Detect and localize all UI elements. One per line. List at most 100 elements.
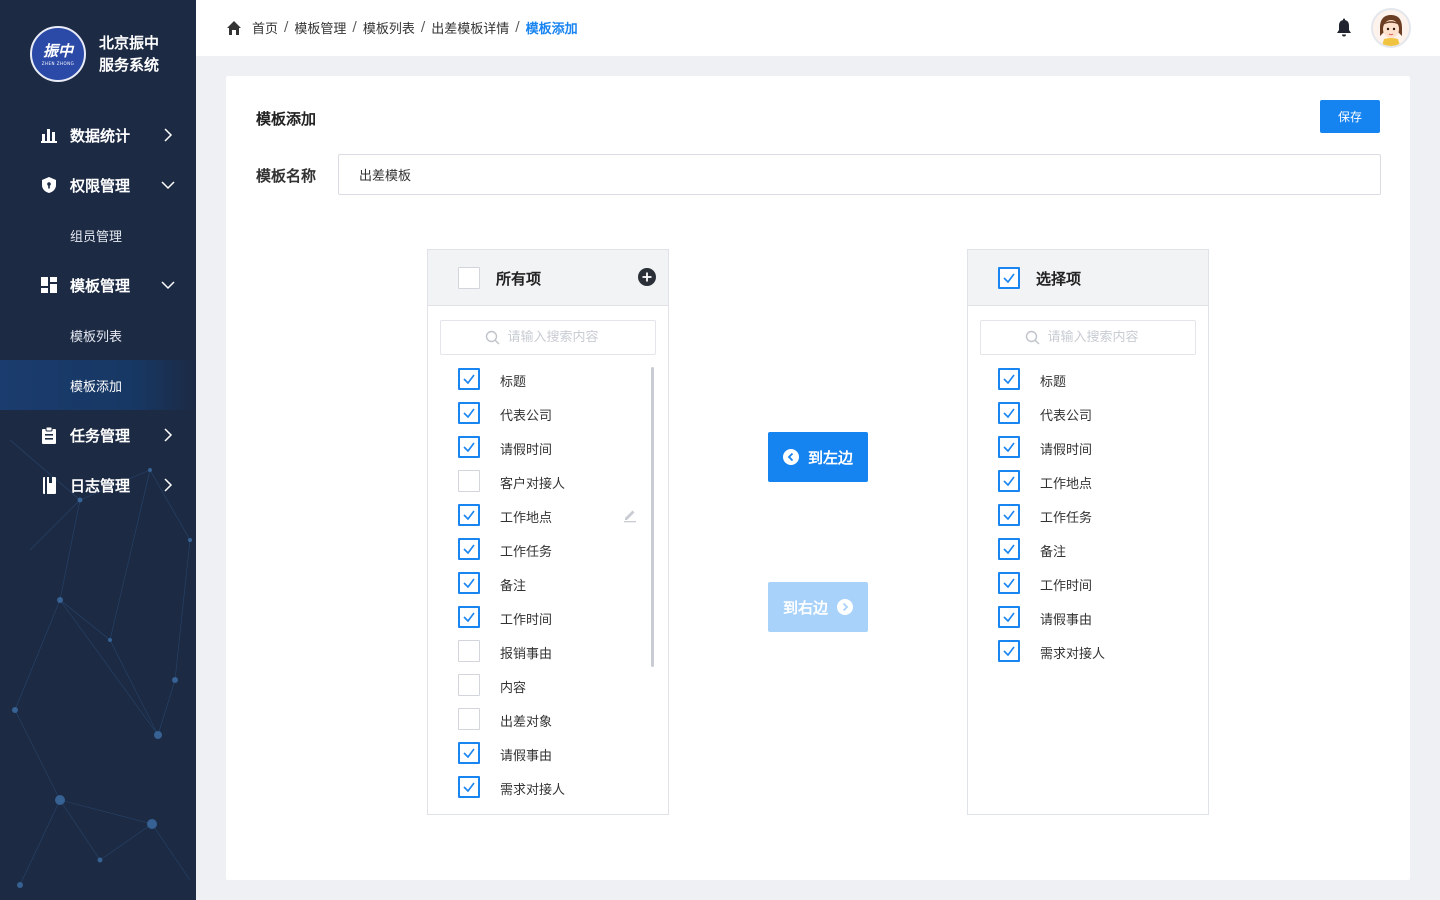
list-item[interactable]: 工作任务 bbox=[428, 532, 668, 566]
chevron-right-icon bbox=[164, 428, 173, 442]
item-label: 备注 bbox=[500, 579, 527, 594]
edit-pencil-icon[interactable] bbox=[622, 507, 638, 523]
breadcrumb-separator: / bbox=[352, 20, 357, 35]
all-items-search-input[interactable] bbox=[507, 330, 612, 345]
add-circle-icon[interactable] bbox=[638, 268, 656, 286]
sidebar-item-template-add[interactable]: 模板添加 bbox=[0, 360, 196, 410]
item-label: 请假事由 bbox=[1040, 613, 1093, 628]
select-all-selected-checkbox[interactable] bbox=[998, 267, 1020, 289]
template-add-card: 模板添加 保存 模板名称 所有项 标题代表公司请假时间客户对接人工作地点工作任务… bbox=[226, 76, 1410, 880]
item-checkbox[interactable] bbox=[998, 606, 1020, 628]
top-header: 首页 / 模板管理 / 模板列表 / 出差模板详情 / 模板添加 bbox=[196, 0, 1440, 56]
item-checkbox[interactable] bbox=[458, 674, 480, 696]
selected-items-search-input[interactable] bbox=[1047, 330, 1152, 345]
list-item[interactable]: 代表公司 bbox=[968, 396, 1208, 430]
item-checkbox[interactable] bbox=[998, 504, 1020, 526]
chevron-down-icon bbox=[161, 181, 175, 190]
item-checkbox[interactable] bbox=[458, 572, 480, 594]
item-checkbox[interactable] bbox=[998, 368, 1020, 390]
item-label: 需求对接人 bbox=[500, 783, 566, 798]
item-checkbox[interactable] bbox=[458, 742, 480, 764]
item-checkbox[interactable] bbox=[998, 436, 1020, 458]
item-label: 报销事由 bbox=[500, 647, 553, 662]
list-item[interactable]: 代表公司 bbox=[428, 396, 668, 430]
sidebar-menu: 数据统计 权限管理 组员管理 模板管理 模板列表 模板添加 任务管理 日志管理 bbox=[0, 110, 196, 510]
bell-icon[interactable] bbox=[1334, 18, 1354, 38]
selected-items-search[interactable] bbox=[980, 320, 1196, 355]
sidebar-item-template-list[interactable]: 模板列表 bbox=[0, 310, 196, 360]
list-item[interactable]: 请假时间 bbox=[428, 430, 668, 464]
sidebar-item-member-management[interactable]: 组员管理 bbox=[0, 210, 196, 260]
breadcrumb-item-trip-template-detail[interactable]: 出差模板详情 bbox=[431, 18, 509, 37]
brand-logo-subtext: ZHEN ZHONG bbox=[41, 60, 75, 66]
sidebar-item-template-management[interactable]: 模板管理 bbox=[0, 260, 196, 310]
list-item[interactable]: 工作地点 bbox=[968, 464, 1208, 498]
all-items-search[interactable] bbox=[440, 320, 656, 355]
template-name-input[interactable] bbox=[338, 154, 1381, 195]
item-checkbox[interactable] bbox=[998, 640, 1020, 662]
item-checkbox[interactable] bbox=[458, 436, 480, 458]
item-checkbox[interactable] bbox=[458, 776, 480, 798]
item-label: 标题 bbox=[500, 375, 527, 390]
list-item[interactable]: 备注 bbox=[428, 566, 668, 600]
clipboard-icon bbox=[40, 426, 58, 444]
item-checkbox[interactable] bbox=[458, 606, 480, 628]
sidebar-item-permission-management[interactable]: 权限管理 bbox=[0, 160, 196, 210]
all-items-scrollbar[interactable] bbox=[651, 367, 654, 667]
list-item[interactable]: 工作时间 bbox=[968, 566, 1208, 600]
chevron-left-circle-icon bbox=[782, 449, 799, 465]
item-checkbox[interactable] bbox=[998, 538, 1020, 560]
item-checkbox[interactable] bbox=[458, 368, 480, 390]
list-item[interactable]: 需求对接人 bbox=[968, 634, 1208, 668]
list-item[interactable]: 报销事由 bbox=[428, 634, 668, 668]
list-item[interactable]: 客户对接人 bbox=[428, 464, 668, 498]
item-label: 出差对象 bbox=[500, 715, 553, 730]
list-item[interactable]: 工作任务 bbox=[968, 498, 1208, 532]
list-item[interactable]: 内容 bbox=[428, 668, 668, 702]
selected-items-panel: 选择项 标题代表公司请假时间工作地点工作任务备注工作时间请假事由需求对接人 bbox=[967, 249, 1209, 815]
brand: 振中 ZHEN ZHONG 北京振中 服务系统 bbox=[30, 26, 159, 82]
list-item[interactable]: 请假事由 bbox=[968, 600, 1208, 634]
list-item[interactable]: 备注 bbox=[968, 532, 1208, 566]
breadcrumb-item-home[interactable]: 首页 bbox=[252, 18, 278, 37]
search-icon bbox=[485, 330, 499, 345]
list-item[interactable]: 工作时间 bbox=[428, 600, 668, 634]
item-label: 请假事由 bbox=[500, 749, 553, 764]
breadcrumb-separator: / bbox=[420, 20, 426, 35]
sidebar-item-log-management[interactable]: 日志管理 bbox=[0, 460, 196, 510]
item-label: 客户对接人 bbox=[500, 477, 566, 492]
item-checkbox[interactable] bbox=[998, 572, 1020, 594]
select-all-checkbox[interactable] bbox=[458, 267, 480, 289]
item-checkbox[interactable] bbox=[458, 504, 480, 526]
list-item[interactable]: 工作地点 bbox=[428, 498, 668, 532]
brand-logo-text: 振中 bbox=[42, 41, 73, 60]
breadcrumb-item-template-list[interactable]: 模板列表 bbox=[363, 18, 415, 37]
user-avatar[interactable] bbox=[1371, 8, 1411, 48]
item-label: 请假时间 bbox=[500, 443, 553, 458]
sidebar-item-task-management[interactable]: 任务管理 bbox=[0, 410, 196, 460]
item-checkbox[interactable] bbox=[458, 470, 480, 492]
breadcrumb-item-template-management[interactable]: 模板管理 bbox=[294, 18, 346, 37]
list-item[interactable]: 标题 bbox=[968, 362, 1208, 396]
all-items-panel-header: 所有项 bbox=[428, 250, 668, 306]
list-item[interactable]: 请假事由 bbox=[428, 736, 668, 770]
item-checkbox[interactable] bbox=[458, 402, 480, 424]
brand-name-line2: 服务系统 bbox=[99, 56, 160, 74]
item-checkbox[interactable] bbox=[458, 708, 480, 730]
move-to-left-button[interactable]: 到左边 bbox=[768, 432, 868, 482]
sidebar-item-data-statistics[interactable]: 数据统计 bbox=[0, 110, 196, 160]
save-button[interactable]: 保存 bbox=[1320, 100, 1380, 133]
list-item[interactable]: 出差对象 bbox=[428, 702, 668, 736]
sidebar-item-label: 数据统计 bbox=[70, 126, 131, 145]
home-icon[interactable] bbox=[226, 20, 242, 36]
move-to-right-button[interactable]: 到右边 bbox=[768, 582, 868, 632]
sidebar-item-label: 任务管理 bbox=[70, 426, 131, 445]
item-checkbox[interactable] bbox=[998, 402, 1020, 424]
list-item[interactable]: 请假时间 bbox=[968, 430, 1208, 464]
item-checkbox[interactable] bbox=[458, 640, 480, 662]
list-item[interactable]: 标题 bbox=[428, 362, 668, 396]
breadcrumb-separator: / bbox=[515, 20, 520, 35]
item-checkbox[interactable] bbox=[458, 538, 480, 560]
list-item[interactable]: 需求对接人 bbox=[428, 770, 668, 804]
item-checkbox[interactable] bbox=[998, 470, 1020, 492]
